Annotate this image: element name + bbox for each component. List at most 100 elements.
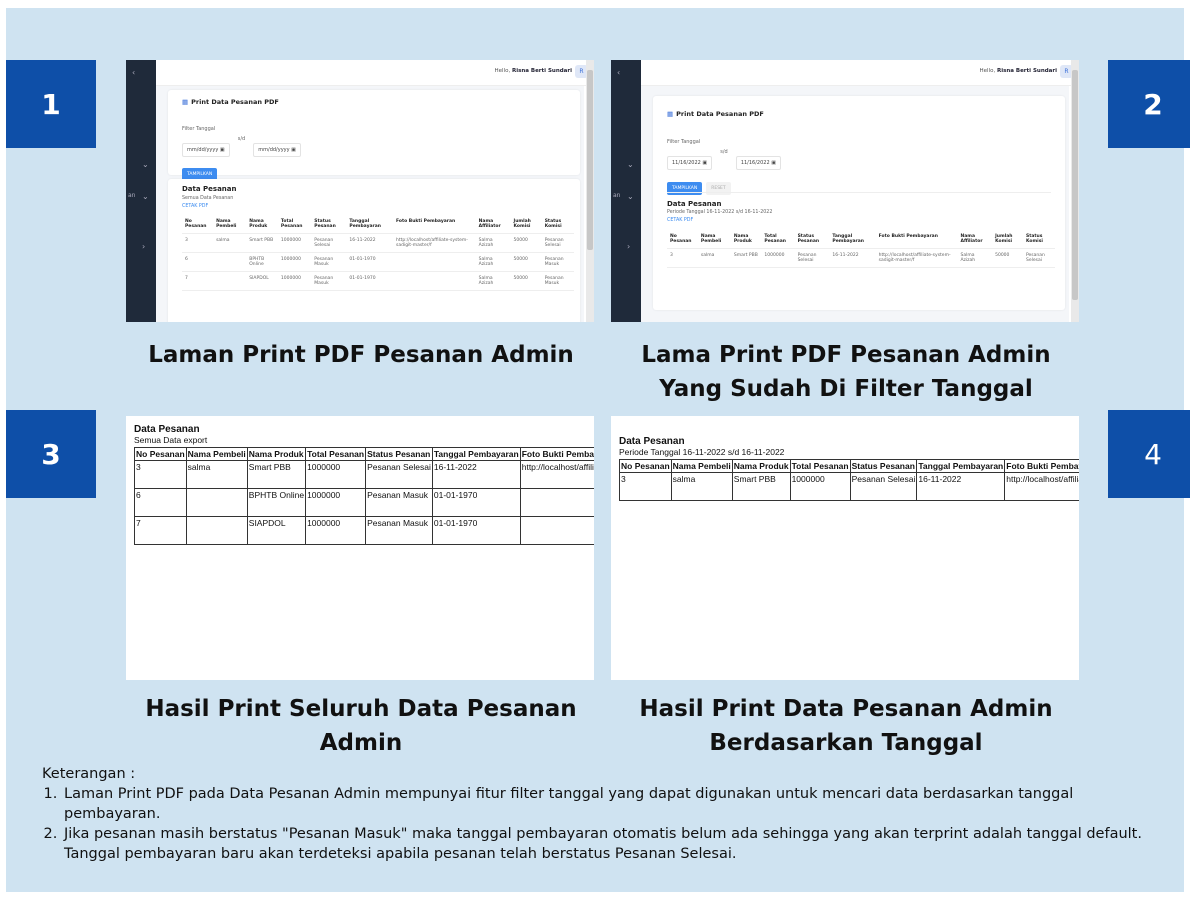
pdf-table-row: 3 salma Smart PBB 1000000 Pesanan Selesai 16-… xyxy=(619,472,1079,501)
section-title: Data Pesanan xyxy=(182,185,237,193)
table-cell xyxy=(213,271,247,291)
main-content: ▦ Print Data Pesanan PDF Filter Tanggal m… xyxy=(156,86,584,322)
pdf-table-row: 7SIAPDOL1000000Pesanan Masuk01-01-1970Sa xyxy=(134,516,594,545)
column-header: Tanggal Pembayaran xyxy=(916,459,1006,473)
chevron-right-icon[interactable]: › xyxy=(627,242,630,251)
table-row: 6 BPHTB Online 1000000 Pesanan Masuk 01-01-1… xyxy=(182,252,574,272)
scrollbar[interactable] xyxy=(1071,60,1079,322)
orders-table: No Pesanan Nama Pembeli Nama Produk Total P… xyxy=(182,215,574,291)
sidebar-item-label[interactable]: an xyxy=(128,192,135,199)
table-cell xyxy=(392,271,476,291)
column-header: Total Pesanan xyxy=(761,230,795,249)
column-header: Status Pesanan xyxy=(794,230,830,249)
table-row: 3 salma Smart PBB 1000000 Pesanan Selesai 16-… xyxy=(667,248,1055,268)
top-bar: Hello, Risna Berti Sundari R xyxy=(641,60,1079,86)
filter-card: ▦ Print Data Pesanan PDF Filter Tanggal m… xyxy=(168,90,580,181)
sidebar: ‹ ⌄ an ⌄ › xyxy=(126,60,156,322)
section-title: Data Pesanan xyxy=(667,200,722,208)
column-header: Foto Bukti Pembayaran xyxy=(519,447,594,461)
sidebar-item-label[interactable]: an xyxy=(613,192,620,199)
table-cell: 3 xyxy=(182,233,214,253)
column-header: Status Pesanan xyxy=(849,459,918,473)
table-cell xyxy=(519,516,594,545)
table-cell: Pesanan Masuk xyxy=(311,252,347,272)
table-row: 3 salma Smart PBB 1000000 Pesanan Selesai 16-… xyxy=(182,233,574,253)
table-cell: 1000000 xyxy=(761,248,795,268)
table-cell: Pesanan Selesai xyxy=(311,233,347,253)
table-cell: Salma Azizah xyxy=(475,271,511,291)
column-header: Status Komisi xyxy=(1022,230,1055,249)
chevron-left-icon[interactable]: ‹ xyxy=(132,68,135,77)
table-cell: Pesanan Masuk xyxy=(365,488,433,517)
date-to-input[interactable]: 11/16/2022 ▣ xyxy=(735,156,781,170)
table-cell: Pesanan Masuk xyxy=(541,252,574,272)
table-cell: 1000000 xyxy=(277,252,312,272)
pdf-orders-table: No Pesanan Nama Pembeli Nama Produk Total P… xyxy=(619,459,1079,501)
chevron-down-icon[interactable]: ⌄ xyxy=(627,192,634,201)
calendar-icon: ▣ xyxy=(702,160,708,166)
table-header-row: No Pesanan Nama Pembeli Nama Produk Total P… xyxy=(182,215,574,234)
table-cell: 1000000 xyxy=(305,460,367,489)
table-cell: Salma Azizah xyxy=(475,252,511,272)
user-greeting: Hello, Risna Berti Sundari xyxy=(979,68,1058,74)
table-cell: 01-01-1970 xyxy=(431,488,521,517)
print-pdf-link[interactable]: CETAK PDF xyxy=(667,218,693,223)
grid-icon: ▦ xyxy=(182,98,189,106)
column-header: Foto Bukti Pembayaran xyxy=(875,230,958,249)
date-separator: s/d xyxy=(237,136,246,142)
table-cell: Smart PBB xyxy=(246,460,307,489)
user-greeting: Hello, Risna Berti Sundari xyxy=(494,68,573,74)
notes-section: Keterangan : Laman Print PDF pada Data P… xyxy=(42,764,1162,864)
table-cell: 1000000 xyxy=(305,516,367,545)
table-cell xyxy=(519,488,594,517)
main-content: ▦ Print Data Pesanan PDF Filter Tanggal 1… xyxy=(641,86,1069,322)
table-cell: BPHTB Online xyxy=(246,252,278,272)
table-cell: http://localhost/affiliate-system-sadigi… xyxy=(875,248,958,268)
column-header: Jumlah Komisi xyxy=(992,230,1023,249)
scrollbar[interactable] xyxy=(586,60,594,322)
table-cell: 1000000 xyxy=(277,233,312,253)
table-cell: 01-01-1970 xyxy=(431,516,521,545)
table-cell: Smart PBB xyxy=(730,248,762,268)
scrollbar-thumb[interactable] xyxy=(587,70,593,250)
caption-4: Hasil Print Data Pesanan Admin Berdasark… xyxy=(639,696,1053,756)
table-cell xyxy=(185,516,248,545)
pdf-print-all-orders: Data Pesanan Semua Data export No Pesana… xyxy=(126,416,594,680)
show-button[interactable]: TAMPILKAN xyxy=(667,182,703,195)
pdf-title: Data Pesanan xyxy=(619,436,685,447)
table-cell: 16-11-2022 xyxy=(916,472,1006,501)
note-item-2: Jika pesanan masih berstatus "Pesanan Ma… xyxy=(62,824,1162,864)
pdf-table-row: 3 salma Smart PBB 1000000 Pesanan Selesai 16-… xyxy=(134,460,594,489)
chevron-left-icon[interactable]: ‹ xyxy=(617,68,620,77)
table-cell: 7 xyxy=(182,271,214,291)
card-title: ▦ Print Data Pesanan PDF xyxy=(667,110,764,118)
screenshot-filtered-print-pdf-page: ‹ ⌄ an ⌄ › Hello, Risna Berti Sundari R … xyxy=(611,60,1079,322)
scrollbar-thumb[interactable] xyxy=(1072,70,1078,300)
table-cell: 6 xyxy=(182,252,214,272)
column-header: Status Komisi xyxy=(541,215,574,234)
print-card: ▦ Print Data Pesanan PDF Filter Tanggal 1… xyxy=(653,96,1065,310)
step-badge-2: 2 xyxy=(1108,60,1190,148)
table-cell: Pesanan Selesai xyxy=(1022,248,1055,268)
chevron-down-icon[interactable]: ⌄ xyxy=(627,160,634,169)
date-from-input[interactable]: 11/16/2022 ▣ xyxy=(667,156,713,170)
date-to-input[interactable]: mm/dd/yyyy ▣ xyxy=(253,143,301,157)
top-bar: Hello, Risna Berti Sundari R xyxy=(156,60,594,86)
notes-heading: Keterangan : xyxy=(42,766,136,782)
calendar-icon: ▣ xyxy=(291,147,296,153)
table-cell: 7 xyxy=(134,516,187,545)
chevron-down-icon[interactable]: ⌄ xyxy=(142,192,149,201)
table-cell: 01-01-1970 xyxy=(346,271,393,291)
print-pdf-link[interactable]: CETAK PDF xyxy=(182,204,208,209)
card-title: ▦ Print Data Pesanan PDF xyxy=(182,98,279,106)
chevron-down-icon[interactable]: ⌄ xyxy=(142,160,149,169)
table-cell: 3 xyxy=(619,472,672,501)
table-cell: 3 xyxy=(667,248,698,268)
table-cell: salma xyxy=(185,460,248,489)
date-from-input[interactable]: mm/dd/yyyy ▣ xyxy=(182,143,230,157)
chevron-right-icon[interactable]: › xyxy=(142,242,145,251)
reset-button[interactable]: RESET xyxy=(706,182,731,195)
table-cell: salma xyxy=(697,248,731,268)
step-badge-3: 3 xyxy=(6,410,96,498)
column-header: No Pesanan xyxy=(134,447,187,461)
